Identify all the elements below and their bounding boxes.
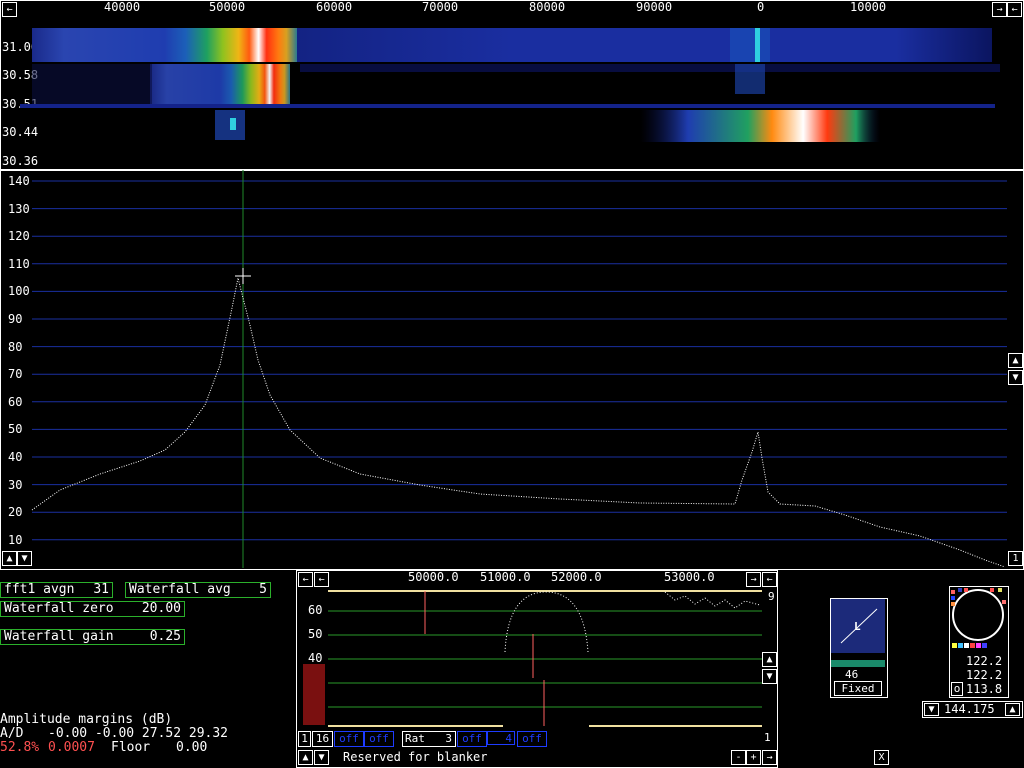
smeter-zero-button[interactable]: o [951, 682, 963, 696]
frequency-up-button[interactable]: ▲ [1005, 703, 1020, 716]
smeter-dial [950, 588, 1006, 648]
smeter-value-3: 113.8 [966, 682, 1003, 696]
smeter-value-1: 122.2 [966, 654, 1003, 668]
frequency-value: 144.175 [944, 702, 995, 716]
smeter-value-2: 122.2 [966, 668, 1003, 682]
frequency-down-button[interactable]: ▼ [924, 703, 939, 716]
